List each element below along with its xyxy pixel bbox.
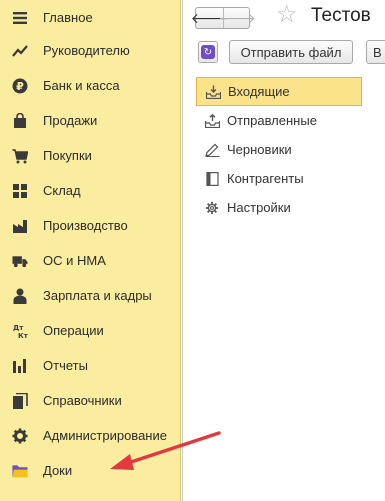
sidebar-item-label: Руководителю <box>43 43 130 58</box>
sidebar-item-label: Доки <box>43 463 73 478</box>
sidebar-item-label: Банк и касса <box>43 78 120 93</box>
sidebar-item-label: Зарплата и кадры <box>43 288 152 303</box>
cart-icon <box>12 148 28 164</box>
svg-text:Кт: Кт <box>18 332 28 339</box>
warehouse-grid-icon <box>12 183 28 199</box>
send-file-button[interactable]: Отправить файл <box>229 40 353 64</box>
sidebar-item-references[interactable]: Справочники <box>0 383 181 418</box>
sidebar-item-main[interactable]: Главное <box>0 0 181 35</box>
shopping-bag-icon <box>12 112 28 129</box>
menu-lines-icon <box>12 10 28 26</box>
content-background <box>182 0 385 501</box>
sidebar-item-fixed-assets[interactable]: ОС и НМА <box>0 243 181 278</box>
folder-list: Входящие Отправленные Черновики Контраге… <box>196 77 362 222</box>
books-icon <box>12 392 28 409</box>
book-icon <box>204 171 220 187</box>
folder-item-label: Черновики <box>227 142 292 157</box>
sidebar-item-label: Главное <box>43 10 93 25</box>
content-panel: 🡐 🡒 ☆ Тестов ↻ Отправить файл В Входящие… <box>182 0 385 501</box>
person-icon <box>12 288 28 304</box>
outbox-icon <box>204 113 220 129</box>
gear-icon <box>204 200 220 216</box>
star-icon[interactable]: ☆ <box>276 3 298 27</box>
page-title: Тестов <box>311 5 371 26</box>
sidebar-item-purchases[interactable]: Покупки <box>0 138 181 173</box>
svg-text:₽: ₽ <box>16 80 24 93</box>
pencil-icon <box>204 142 220 158</box>
sidebar-item-label: ОС и НМА <box>43 253 106 268</box>
sidebar-item-label: Склад <box>43 183 81 198</box>
sidebar-item-administration[interactable]: Администрирование <box>0 418 181 453</box>
trend-chart-icon <box>12 43 28 59</box>
sidebar-item-salary[interactable]: Зарплата и кадры <box>0 278 181 313</box>
sections-panel: Главное Руководителю ₽ Банк и касса Прод… <box>0 0 181 501</box>
sidebar-item-label: Администрирование <box>43 428 167 443</box>
sidebar-item-label: Справочники <box>43 393 122 408</box>
sidebar-item-label: Отчеты <box>43 358 88 373</box>
factory-icon <box>12 218 28 234</box>
sidebar-item-warehouse[interactable]: Склад <box>0 173 181 208</box>
sidebar-item-label: Производство <box>43 218 128 233</box>
sidebar-item-reports[interactable]: Отчеты <box>0 348 181 383</box>
sidebar-item-production[interactable]: Производство <box>0 208 181 243</box>
folder-item-settings[interactable]: Настройки <box>196 193 362 222</box>
sidebar-item-docs[interactable]: Доки <box>0 453 181 488</box>
purple-app-icon: ↻ <box>201 45 215 59</box>
folder-item-drafts[interactable]: Черновики <box>196 135 362 164</box>
app-action-button[interactable]: ↻ <box>198 41 218 63</box>
ruble-coin-icon: ₽ <box>12 78 28 94</box>
sidebar-item-sales[interactable]: Продажи <box>0 103 181 138</box>
sidebar-item-bank[interactable]: ₽ Банк и касса <box>0 68 181 103</box>
svg-text:Дт: Дт <box>13 324 24 332</box>
truck-icon <box>12 253 28 269</box>
folder-item-sent[interactable]: Отправленные <box>196 106 362 135</box>
bar-chart-icon <box>12 358 28 374</box>
gear-icon <box>12 428 28 444</box>
sidebar-item-operations[interactable]: Дт Кт Операции <box>0 313 181 348</box>
folder-item-label: Настройки <box>227 200 291 215</box>
sidebar-item-label: Продажи <box>43 113 98 128</box>
inbox-icon <box>205 84 221 100</box>
folder-item-label: Контрагенты <box>227 171 304 186</box>
sidebar-item-label: Покупки <box>43 148 92 163</box>
folder-icon <box>12 463 28 479</box>
history-nav: 🡐 🡒 <box>191 7 256 29</box>
sidebar-item-manager[interactable]: Руководителю <box>0 33 181 68</box>
arrow-right-icon: 🡒 <box>218 9 256 26</box>
sidebar-item-label: Операции <box>43 323 104 338</box>
folder-item-contractors[interactable]: Контрагенты <box>196 164 362 193</box>
debit-credit-icon: Дт Кт <box>12 323 28 339</box>
forward-button[interactable]: 🡒 <box>218 8 256 28</box>
folder-item-inbox[interactable]: Входящие <box>196 77 362 106</box>
truncated-button[interactable]: В <box>366 40 385 64</box>
folder-item-label: Входящие <box>228 84 290 99</box>
folder-item-label: Отправленные <box>227 113 317 128</box>
